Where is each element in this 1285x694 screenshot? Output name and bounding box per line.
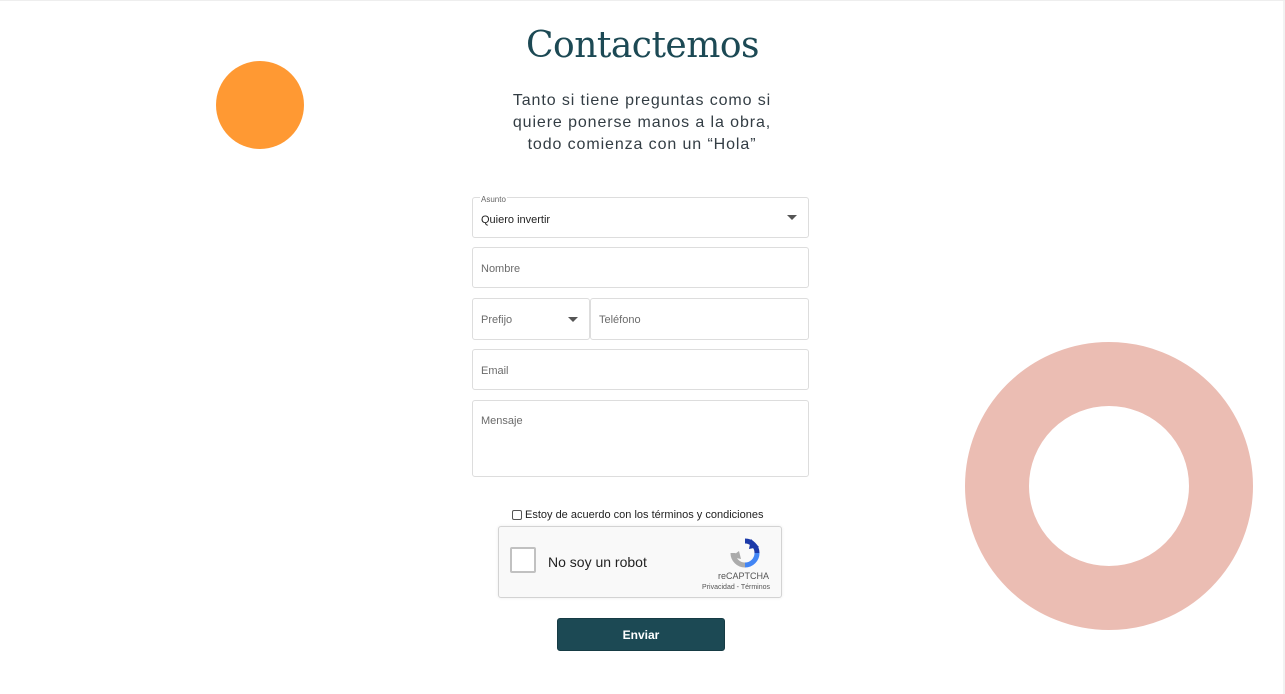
recaptcha-links[interactable]: Privacidad - Términos (702, 584, 770, 591)
phone-field[interactable]: Teléfono (590, 298, 809, 340)
pink-ring-decoration (965, 342, 1253, 630)
recaptcha-widget: No soy un robot reCAPTCHA Privacidad - T… (498, 526, 782, 598)
page-title: Contactemos (525, 25, 760, 66)
chevron-down-icon (787, 215, 797, 220)
chevron-down-icon (568, 317, 578, 322)
contact-page: Contactemos Tanto si tiene preguntas com… (0, 0, 1285, 694)
terms-label: Estoy de acuerdo con los términos y cond… (525, 509, 764, 521)
phone-placeholder: Teléfono (599, 314, 641, 326)
subject-label: Asunto (480, 195, 507, 204)
prefix-select[interactable]: Prefijo (472, 298, 590, 340)
terms-agreement[interactable]: Estoy de acuerdo con los términos y cond… (512, 509, 763, 521)
subject-value: Quiero invertir (481, 214, 551, 226)
subtitle-line: todo comienza con un “Hola” (527, 136, 757, 153)
subtitle-line: quiere ponerse manos a la obra, (512, 114, 772, 131)
message-placeholder: Mensaje (481, 415, 523, 427)
message-textarea[interactable]: Mensaje (472, 400, 809, 477)
recaptcha-label: No soy un robot (548, 554, 647, 570)
subject-select[interactable]: Asunto Quiero invertir (472, 195, 809, 238)
page-subtitle: Tanto si tiene preguntas como si quiere … (442, 90, 842, 156)
prefix-placeholder: Prefijo (481, 314, 513, 326)
terms-checkbox[interactable] (512, 510, 522, 520)
name-placeholder: Nombre (481, 263, 521, 275)
name-field[interactable]: Nombre (472, 247, 809, 288)
recaptcha-icon (730, 538, 760, 568)
orange-circle-decoration (216, 61, 304, 149)
email-field[interactable]: Email (472, 349, 809, 390)
recaptcha-checkbox[interactable] (510, 547, 536, 573)
submit-button[interactable]: Enviar (557, 618, 725, 651)
email-placeholder: Email (481, 365, 509, 377)
recaptcha-brand: reCAPTCHA (717, 571, 769, 581)
subtitle-line: Tanto si tiene preguntas como si (512, 92, 772, 109)
